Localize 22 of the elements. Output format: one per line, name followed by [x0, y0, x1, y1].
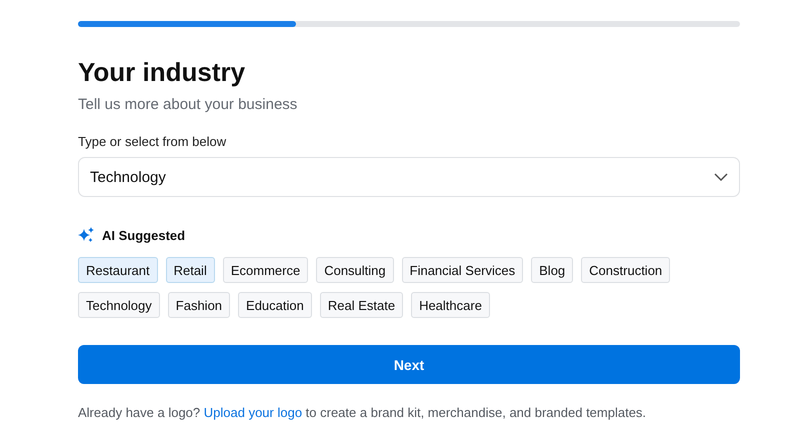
industry-chip[interactable]: Real Estate — [320, 292, 404, 318]
industry-chip[interactable]: Education — [238, 292, 312, 318]
industry-chip[interactable]: Financial Services — [402, 257, 524, 284]
page-title: Your industry — [78, 57, 246, 88]
industry-chip[interactable]: Fashion — [168, 292, 230, 318]
industry-chip[interactable]: Healthcare — [411, 292, 490, 318]
chevron-down-icon — [714, 173, 728, 182]
industry-chip[interactable]: Technology — [78, 292, 160, 318]
industry-chip[interactable]: Blog — [531, 257, 574, 284]
industry-chip[interactable]: Ecommerce — [222, 257, 308, 284]
sparkle-icon — [78, 227, 94, 244]
industry-chip[interactable]: Construction — [581, 257, 670, 284]
upload-logo-link[interactable]: Upload your logo — [204, 405, 302, 420]
industry-select[interactable]: Technology — [78, 157, 740, 198]
footer-text: Already have a logo? Upload your logo to create a brand kit, merchandise, and branded templates. — [78, 405, 648, 420]
industry-chip[interactable]: Retail — [166, 257, 215, 284]
industry-chip[interactable]: Restaurant — [78, 257, 158, 284]
field-label: Type or select from below — [78, 134, 228, 150]
next-button[interactable]: Next — [78, 345, 740, 384]
industry-chip[interactable]: Consulting — [316, 257, 394, 284]
subtitle: Tell us more about your business — [78, 96, 298, 114]
section-heading: AI Suggested — [102, 228, 186, 243]
